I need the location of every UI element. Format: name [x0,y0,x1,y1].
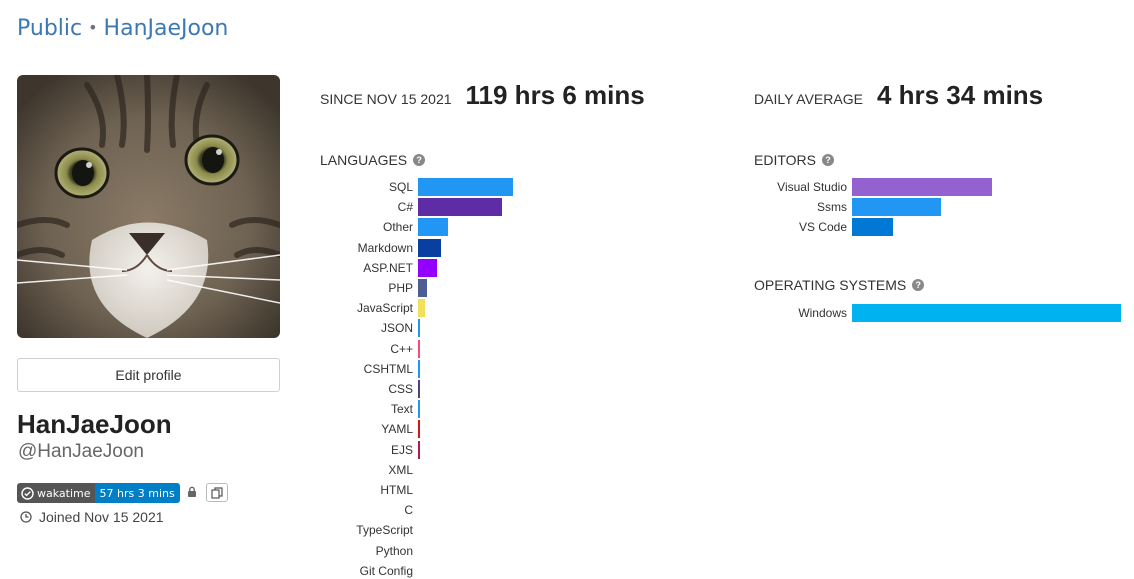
languages-bar[interactable] [418,218,448,237]
copy-icon [211,486,223,499]
wakatime-logo-icon [21,486,34,500]
help-icon[interactable]: ? [821,154,834,166]
languages-bar[interactable] [418,380,420,398]
languages-row: C++ [300,339,748,358]
languages-bar[interactable] [418,319,421,338]
daily-average-label: DAILY AVERAGE [754,91,863,107]
languages-name: CSS [388,382,413,396]
editors-row: Ssms [700,198,1122,217]
languages-bar[interactable] [418,339,420,358]
languages-row: Git Config [300,562,748,579]
os-name: Windows [798,306,847,320]
languages-row: CSHTML [300,359,748,378]
clock-icon [20,511,32,523]
languages-row: JSON [300,319,748,338]
languages-name: EJS [390,442,413,457]
languages-bar[interactable] [418,359,420,378]
badge-label: wakatime [37,486,91,500]
languages-row: TypeScript [300,521,748,539]
since-label: SINCE NOV 15 2021 [320,91,452,107]
editors-row: VS Code [700,218,1122,237]
joined-text: Joined Nov 15 2021 [39,509,164,525]
languages-bar[interactable] [418,440,420,459]
languages-bar[interactable] [418,279,428,297]
joined-date: Joined Nov 15 2021 [20,509,164,525]
help-icon[interactable]: ? [912,279,925,291]
editors-bar[interactable] [852,178,993,196]
editors-name: Ssms [817,200,847,215]
languages-row: CSS [300,380,748,398]
languages-name: PHP [388,281,413,295]
languages-row: PHP [300,279,748,297]
languages-row: Other [300,218,748,237]
os-row: Windows [700,304,1121,322]
languages-name: YAML [381,422,413,437]
editors-name: Visual Studio [777,180,847,194]
badge-value: 57 hrs 3 mins [94,483,180,503]
languages-row: HTML [300,481,748,499]
languages-name: TypeScript [356,523,413,538]
languages-row: Markdown [300,238,748,257]
languages-bar[interactable] [418,299,425,318]
editors-name: VS Code [798,220,847,235]
languages-name: C# [397,200,413,215]
editors-row: Visual Studio [700,178,1122,196]
os-bar[interactable] [852,304,1121,322]
languages-name: Git Config [359,563,413,578]
languages-row: Text [300,400,748,419]
languages-bar[interactable] [418,238,441,257]
languages-row: SQL [300,178,748,196]
languages-name: Markdown [357,240,413,255]
editors-bar[interactable] [852,218,893,237]
languages-name: CSHTML [363,361,413,376]
languages-bar[interactable] [418,178,513,196]
wakatime-badge[interactable]: wakatime 57 hrs 3 mins [17,483,180,503]
languages-row: Python [300,542,748,560]
languages-name: XML [388,462,413,477]
languages-bar[interactable] [418,400,420,419]
languages-row: C [300,501,748,519]
languages-row: JavaScript [300,299,748,318]
edit-profile-button[interactable]: Edit profile [17,358,280,392]
languages-row: ASP.NET [300,258,748,277]
breadcrumb-user-link[interactable]: HanJaeJoon [104,16,229,41]
languages-name: C++ [390,341,413,356]
operating-systems-title: OPERATING SYSTEMS ? [754,277,925,293]
languages-name: HTML [380,483,413,497]
languages-title: LANGUAGES ? [320,152,426,168]
editors-title: EDITORS ? [754,152,834,168]
languages-name: ASP.NET [363,260,413,275]
languages-row: C# [300,198,748,217]
since-stat: SINCE NOV 15 2021 119 hrs 6 mins [320,80,645,111]
languages-row: XML [300,461,748,479]
languages-bar[interactable] [418,420,420,439]
languages-bar[interactable] [418,198,502,217]
copy-badge-button[interactable] [206,483,228,502]
display-name: HanJaeJoon [17,409,172,439]
avatar [17,75,280,338]
languages-name: JavaScript [356,301,413,316]
languages-row: YAML [300,420,748,439]
languages-name: Text [390,402,413,417]
breadcrumb: Public • HanJaeJoon [17,16,228,41]
since-value: 119 hrs 6 mins [465,80,645,110]
daily-average-stat: DAILY AVERAGE 4 hrs 34 mins [754,80,1043,111]
languages-name: Other [382,220,413,235]
languages-bar[interactable] [418,258,437,277]
breadcrumb-separator: • [88,18,98,37]
languages-name: C [404,503,413,518]
help-icon[interactable]: ? [413,154,426,166]
languages-row: EJS [300,440,748,459]
languages-name: JSON [380,321,413,336]
editors-bar[interactable] [852,198,942,217]
username: @HanJaeJoon [18,441,144,462]
languages-name: Python [375,543,413,558]
daily-average-value: 4 hrs 34 mins [876,80,1044,110]
lock-icon [188,486,196,497]
breadcrumb-public-link[interactable]: Public [17,16,82,41]
languages-name: SQL [388,180,413,194]
